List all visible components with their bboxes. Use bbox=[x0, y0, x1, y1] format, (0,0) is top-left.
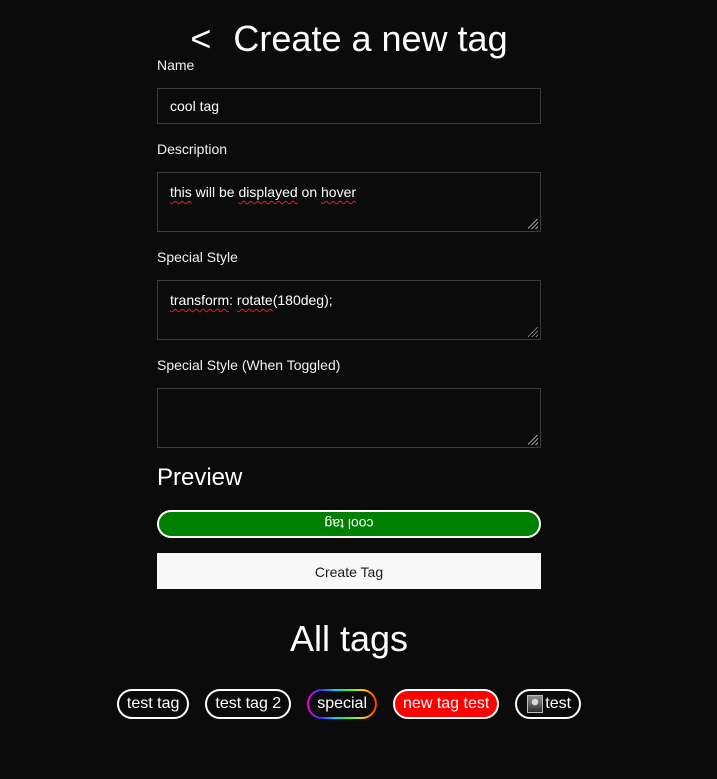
style-word-misspelled: transform bbox=[170, 292, 230, 308]
page-title: Create a new tag bbox=[233, 18, 508, 59]
tag-test-tag-2[interactable]: test tag 2 bbox=[205, 689, 292, 719]
special-style-textarea[interactable]: transform: rotate(180deg); bbox=[157, 280, 541, 340]
style-text: (180deg); bbox=[272, 292, 333, 308]
description-textarea[interactable]: this will be displayed on hover bbox=[157, 172, 541, 232]
page: < Create a new tag Name cool tag Descript… bbox=[0, 0, 717, 779]
description-text: on bbox=[297, 184, 321, 200]
description-word-misspelled: hover bbox=[321, 184, 357, 200]
tag-special[interactable]: special bbox=[307, 689, 377, 719]
description-label: Description bbox=[157, 141, 228, 157]
tag-test-tag[interactable]: test tag bbox=[116, 689, 190, 719]
description-word-misspelled: displayed bbox=[238, 184, 298, 200]
resize-handle[interactable] bbox=[528, 327, 538, 337]
tag-list: test tag test tag 2 special new tag test… bbox=[0, 689, 698, 719]
tag-avatar-image bbox=[527, 695, 544, 713]
preview-heading: Preview bbox=[157, 464, 243, 491]
resize-handle[interactable] bbox=[528, 435, 538, 445]
special-style-toggled-label: Special Style (When Toggled) bbox=[157, 357, 341, 373]
description-word-misspelled: this bbox=[170, 184, 192, 200]
name-input-value: cool tag bbox=[170, 98, 220, 114]
tag-test-label: test bbox=[545, 695, 572, 712]
style-text: : bbox=[229, 292, 237, 308]
all-tags-heading: All tags bbox=[289, 618, 409, 659]
tag-new-tag-test[interactable]: new tag test bbox=[393, 689, 500, 719]
tag-test[interactable]: test bbox=[515, 689, 582, 719]
create-tag-form: Name cool tag Description this will be d… bbox=[157, 56, 541, 589]
name-label: Name bbox=[157, 57, 195, 73]
description-text: will be bbox=[191, 184, 239, 200]
name-input[interactable]: cool tag bbox=[157, 88, 541, 124]
special-style-label: Special Style bbox=[157, 249, 238, 265]
create-tag-button[interactable]: Create Tag bbox=[157, 553, 541, 589]
preview-tag[interactable]: cool tag bbox=[157, 510, 541, 538]
resize-handle[interactable] bbox=[528, 219, 538, 229]
special-style-toggled-textarea[interactable] bbox=[157, 388, 541, 448]
style-word-misspelled: rotate bbox=[236, 292, 273, 308]
